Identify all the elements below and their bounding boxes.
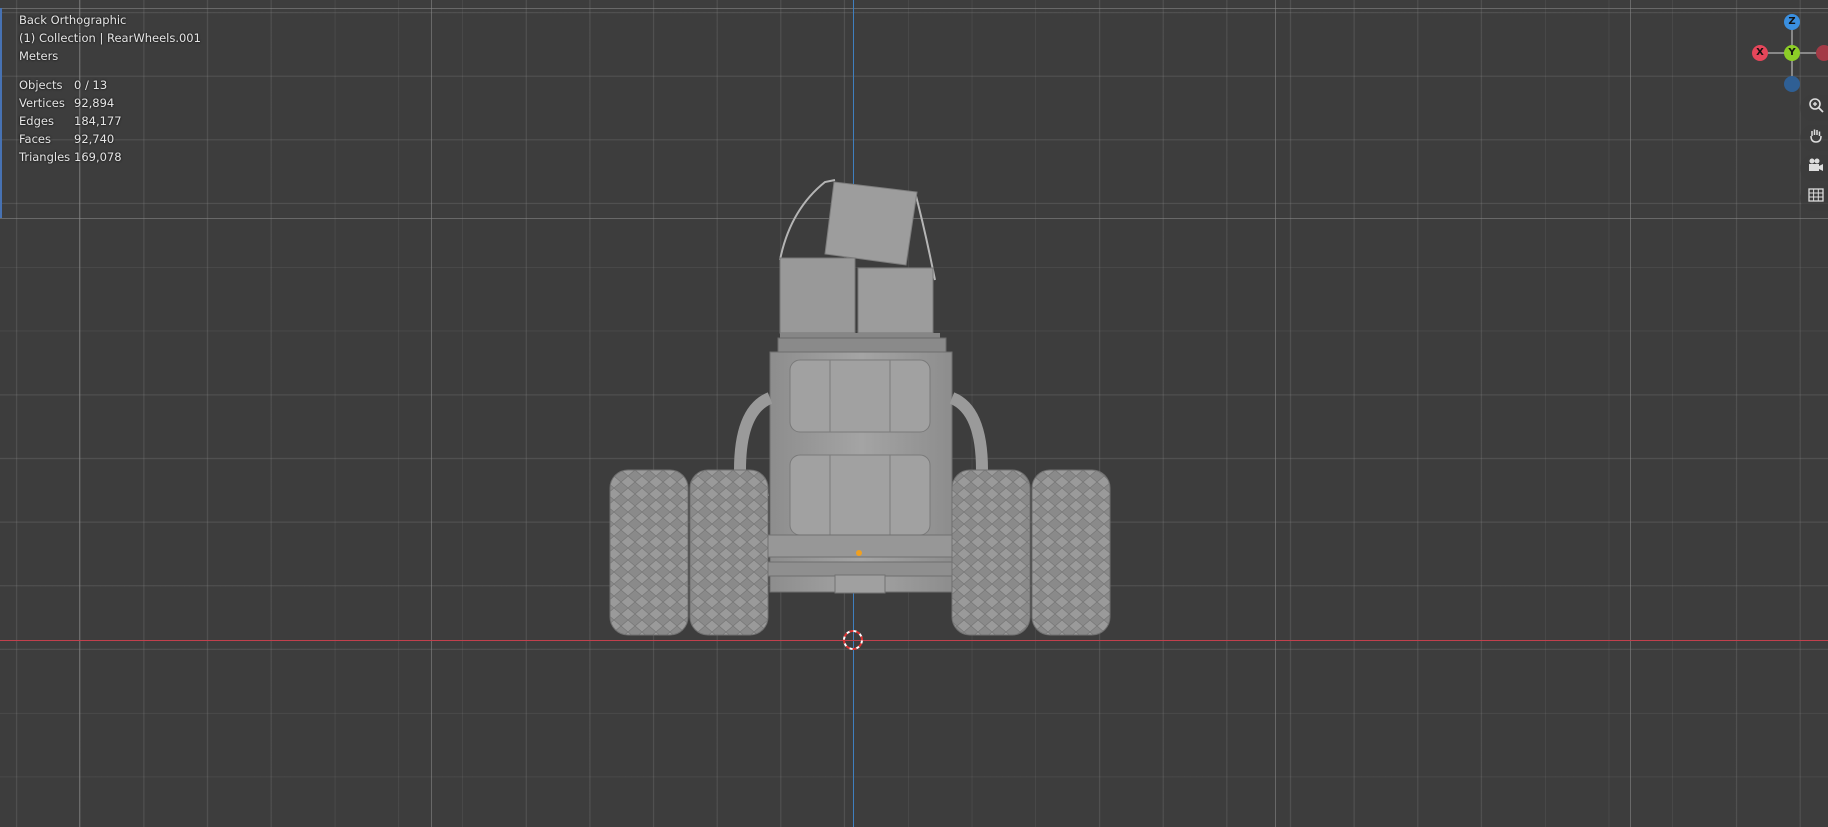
cargo-boxes (779, 179, 940, 341)
stat-triangles: Triangles 169,078 (19, 150, 122, 164)
gizmo-neg-z-ball[interactable] (1784, 76, 1800, 92)
rover-frame (733, 337, 989, 594)
grid-icon[interactable] (1800, 185, 1828, 211)
stat-edges: Edges 184,177 (19, 114, 122, 128)
stat-objects: Objects 0 / 13 (19, 78, 108, 92)
grid-major-line (431, 0, 432, 827)
active-region-edge (0, 8, 2, 218)
3d-viewport[interactable]: Back Orthographic (1) Collection | RearW… (0, 0, 1828, 827)
stat-faces: Faces 92,740 (19, 132, 115, 146)
gizmo-neg-x-ball[interactable] (1816, 45, 1828, 61)
camera-icon[interactable] (1800, 155, 1828, 181)
zoom-icon[interactable] (1800, 95, 1828, 121)
view-name: Back Orthographic (19, 13, 127, 27)
3d-cursor[interactable] (841, 628, 865, 652)
navigation-gizmo[interactable]: Z Y X (1752, 10, 1828, 92)
grid-major-line (1630, 0, 1631, 827)
viewport-info-overlay: Back Orthographic (1) Collection | RearW… (19, 11, 201, 166)
grid-major-line (1275, 0, 1276, 827)
gizmo-z-ball[interactable]: Z (1784, 14, 1800, 30)
collection-label: (1) Collection | RearWheels.001 (19, 31, 201, 45)
units-label: Meters (19, 49, 59, 63)
grid-major-line (0, 8, 1828, 9)
hand-icon[interactable] (1800, 125, 1828, 151)
rover-model[interactable] (600, 170, 1120, 650)
stat-vertices: Vertices 92,894 (19, 96, 115, 110)
gizmo-x-ball[interactable]: X (1752, 45, 1768, 61)
gizmo-y-ball[interactable]: Y (1784, 45, 1800, 61)
